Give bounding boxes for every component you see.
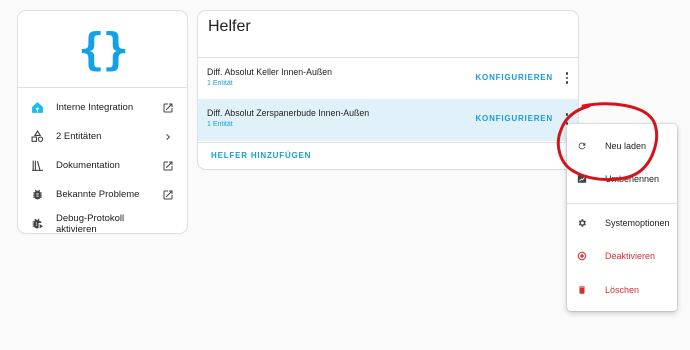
integration-info-card: {} Interne Integration 2 Entitäten Dokum…: [18, 11, 187, 235]
home-assistant-icon: [30, 101, 44, 115]
empty-trailing: [161, 217, 175, 231]
sidebar-item-entitaeten[interactable]: 2 Entitäten: [18, 122, 187, 151]
menu-item-rename[interactable]: Umbenennen: [567, 164, 677, 194]
card-title: Helfer: [208, 18, 251, 35]
shapes-icon: [30, 130, 44, 144]
menu-item-label: Umbenennen: [605, 174, 660, 184]
menu-item-label: Deaktivieren: [605, 251, 656, 261]
disable-icon: [577, 251, 587, 261]
chevron-right-icon: [161, 130, 175, 144]
configure-button[interactable]: KONFIGURIEREN: [475, 114, 553, 123]
overflow-menu: Neu laden Umbenennen Systemoptionen Deak…: [567, 124, 677, 311]
gear-icon: [577, 218, 587, 228]
menu-item-delete[interactable]: Löschen: [567, 275, 677, 305]
more-vert-icon[interactable]: [560, 69, 574, 87]
configure-button[interactable]: KONFIGURIEREN: [475, 73, 553, 82]
menu-divider: [567, 203, 677, 204]
rename-icon: [577, 174, 587, 184]
card-actions: HELFER HINZUFÜGEN: [198, 142, 578, 169]
sidebar-item-dokumentation[interactable]: Dokumentation: [18, 151, 187, 180]
sidebar-item-label: Bekannte Probleme: [56, 189, 140, 200]
helpers-card: Helfer Diff. Absolut Keller Innen-Außen …: [198, 11, 578, 169]
helper-entity-count-link[interactable]: 1 Entität: [207, 121, 233, 128]
sidebar-item-debug-protokoll[interactable]: Debug-Protokoll aktivieren: [18, 209, 187, 238]
sidebar-item-label: 2 Entitäten: [56, 131, 102, 142]
trash-icon: [577, 285, 587, 295]
sidebar-item-label: Interne Integration: [56, 102, 134, 113]
menu-item-label: Löschen: [605, 285, 640, 295]
braces-logo-icon: {}: [78, 23, 129, 75]
integration-links-list: Interne Integration 2 Entitäten Dokument…: [18, 88, 187, 238]
sidebar-item-interne-integration[interactable]: Interne Integration: [18, 93, 187, 122]
bug-play-icon: [30, 217, 44, 231]
bug-icon: [30, 188, 44, 202]
sidebar-item-label: Debug-Protokoll aktivieren: [56, 212, 125, 235]
menu-item-system-options[interactable]: Systemoptionen: [567, 208, 677, 238]
helper-entity-count-link[interactable]: 1 Entität: [207, 80, 233, 87]
menu-item-label: Systemoptionen: [605, 218, 670, 228]
open-external-icon: [161, 159, 175, 173]
integration-logo: {}: [18, 11, 187, 88]
open-external-icon: [161, 188, 175, 202]
menu-item-label: Neu laden: [605, 141, 647, 151]
sidebar-item-label: Dokumentation: [56, 160, 120, 171]
menu-item-disable[interactable]: Deaktivieren: [567, 241, 677, 271]
helper-row-selected[interactable]: Diff. Absolut Zerspanerbude Innen-Außen …: [198, 99, 578, 141]
add-helper-button[interactable]: HELFER HINZUFÜGEN: [211, 151, 311, 160]
sidebar-item-bekannte-probleme[interactable]: Bekannte Probleme: [18, 180, 187, 209]
helper-row[interactable]: Diff. Absolut Keller Innen-Außen 1 Entit…: [198, 57, 578, 100]
open-external-icon: [161, 101, 175, 115]
book-icon: [30, 159, 44, 173]
helper-name: Diff. Absolut Zerspanerbude Innen-Außen: [207, 108, 370, 118]
reload-icon: [577, 141, 587, 151]
helper-name: Diff. Absolut Keller Innen-Außen: [207, 67, 333, 77]
menu-item-reload[interactable]: Neu laden: [567, 131, 677, 161]
